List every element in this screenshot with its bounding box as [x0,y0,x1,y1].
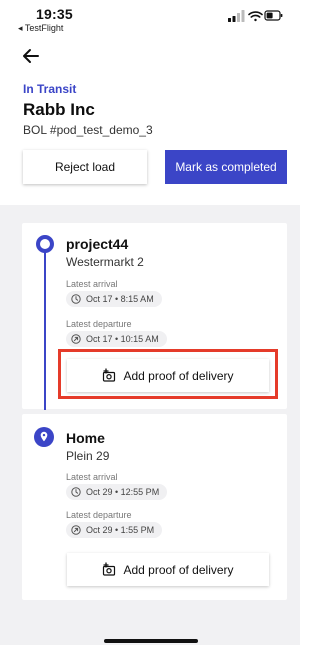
departure-time: Oct 29 • 1:55 PM [86,525,155,535]
timeline-line [44,242,46,410]
system-status-icons [228,10,283,22]
mark-completed-button[interactable]: Mark as completed [165,150,287,184]
map-pin-icon [34,427,54,447]
pod-button-label: Add proof of delivery [123,562,234,577]
add-photo-icon [103,562,116,576]
departure-icon [71,334,81,344]
arrival-label: Latest arrival [66,472,118,482]
status-bar: 19:35 ◂ TestFlight [0,0,300,34]
arrival-chip: Oct 17 • 8:15 AM [66,291,162,307]
stop-address: Plein 29 [66,449,110,463]
reject-load-button[interactable]: Reject load [23,150,147,184]
back-to-app-link[interactable]: ◂ TestFlight [18,23,63,34]
add-proof-of-delivery-button[interactable]: Add proof of delivery [67,553,269,586]
status-time: 19:35 [36,6,73,22]
clock-icon [71,294,81,304]
arrival-chip: Oct 29 • 12:55 PM [66,484,168,500]
arrival-label: Latest arrival [66,279,118,289]
load-status: In Transit [23,82,77,96]
stop-address: Westermarkt 2 [66,255,144,269]
battery-icon [264,10,283,21]
clock-icon [71,487,81,497]
stop-name: project44 [66,236,129,252]
arrival-time: Oct 17 • 8:15 AM [86,294,154,304]
departure-icon [71,525,81,535]
departure-label: Latest departure [66,319,132,329]
back-arrow-icon[interactable] [20,45,42,67]
highlight-box [58,349,278,399]
departure-time: Oct 17 • 10:15 AM [86,334,159,344]
bol-number: BOL #pod_test_demo_3 [23,123,153,137]
stop-name: Home [66,430,105,446]
departure-chip: Oct 17 • 10:15 AM [66,331,167,347]
arrival-time: Oct 29 • 12:55 PM [86,487,160,497]
signal-icon [228,10,245,22]
company-name: Rabb Inc [23,100,95,119]
departure-chip: Oct 29 • 1:55 PM [66,522,163,538]
departure-label: Latest departure [66,510,132,520]
wifi-icon [248,11,263,22]
circle-dot-icon [36,235,54,253]
home-indicator[interactable] [104,639,198,643]
